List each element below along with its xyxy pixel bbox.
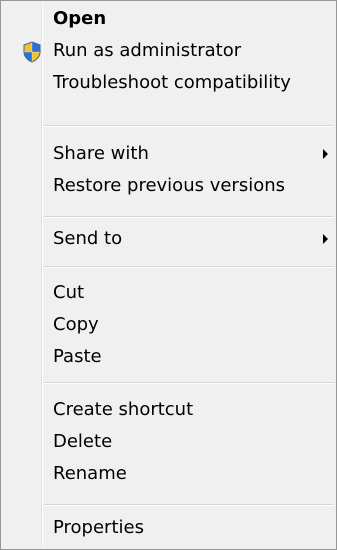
menu-item-label: Send to xyxy=(53,228,123,249)
menu-item-label: Delete xyxy=(53,431,113,452)
menu-item-label: Paste xyxy=(53,346,102,367)
menu-item-delete[interactable]: Delete xyxy=(3,426,334,458)
menu-item-copy[interactable]: Copy xyxy=(3,309,334,341)
menu-separator xyxy=(43,382,334,384)
uac-shield-icon xyxy=(22,41,42,63)
menu-item-paste[interactable]: Paste xyxy=(3,341,334,373)
submenu-arrow-icon xyxy=(323,149,328,159)
menu-separator xyxy=(43,125,334,127)
menu-item-properties[interactable]: Properties xyxy=(3,512,334,544)
menu-item-restore-previous-versions[interactable]: Restore previous versions xyxy=(3,170,334,202)
menu-item-label: Properties xyxy=(53,517,144,538)
menu-item-open[interactable]: Open xyxy=(3,3,334,35)
menu-item-label: Restore previous versions xyxy=(53,175,286,196)
menu-item-label: Open xyxy=(53,8,107,29)
menu-item-label: Rename xyxy=(53,463,127,484)
menu-item-label: Troubleshoot compatibility xyxy=(53,72,291,93)
menu-item-label: Cut xyxy=(53,282,85,303)
menu-separator xyxy=(43,216,334,218)
menu-item-rename[interactable]: Rename xyxy=(3,458,334,490)
menu-item-run-as-administrator[interactable]: Run as administrator xyxy=(3,35,334,67)
menu-item-label: Create shortcut xyxy=(53,399,194,420)
menu-separator xyxy=(43,504,334,506)
menu-item-share-with[interactable]: Share with xyxy=(3,138,334,170)
menu-item-troubleshoot-compatibility[interactable]: Troubleshoot compatibility xyxy=(3,67,334,99)
menu-separator xyxy=(43,266,334,268)
menu-item-label: Run as administrator xyxy=(53,40,242,61)
menu-item-label: Copy xyxy=(53,314,99,335)
menu-item-send-to[interactable]: Send to xyxy=(3,223,334,255)
context-menu: Open Run as administrator Troubleshoot c… xyxy=(0,0,337,550)
menu-item-create-shortcut[interactable]: Create shortcut xyxy=(3,394,334,426)
submenu-arrow-icon xyxy=(323,234,328,244)
menu-item-label: Share with xyxy=(53,143,149,164)
menu-item-cut[interactable]: Cut xyxy=(3,277,334,309)
